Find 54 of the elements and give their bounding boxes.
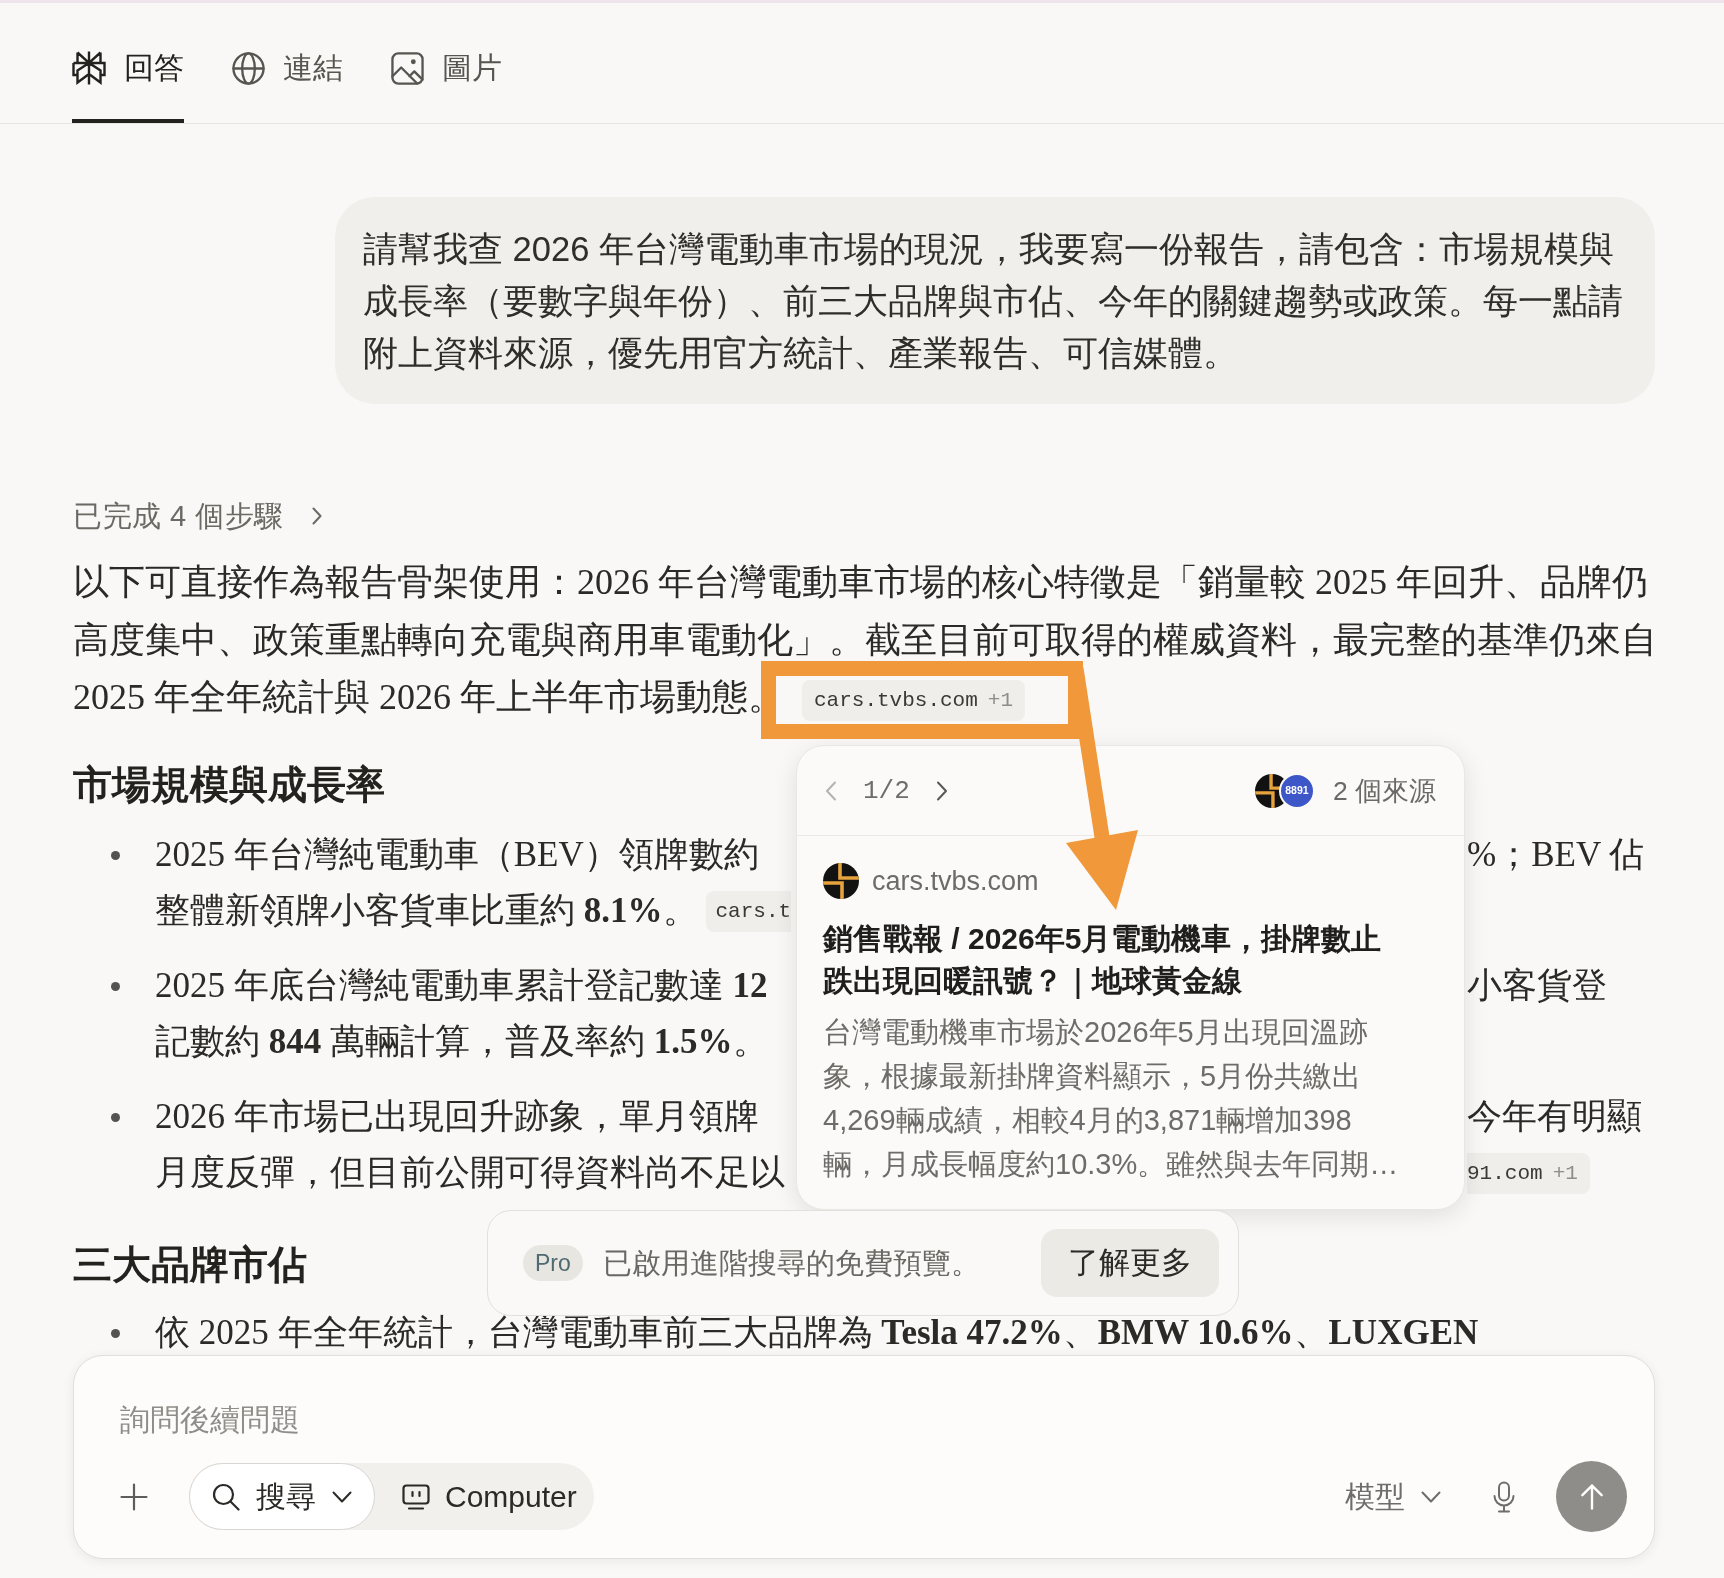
site-logo-icon — [823, 863, 859, 899]
source-count: 2 個來源 — [1332, 774, 1436, 808]
chevron-right-icon — [311, 507, 322, 525]
chevron-left-icon — [825, 780, 837, 801]
promo-message: 已啟用進階搜尋的免費預覽。 — [602, 1246, 980, 1281]
tab[interactable]: 回答 — [72, 48, 184, 123]
site-logo: 8891 — [1278, 772, 1315, 809]
tab[interactable]: 圖片 — [391, 48, 502, 123]
chevron-down-icon — [332, 1490, 352, 1503]
answer-text: 小客貨登 — [1467, 965, 1607, 1008]
logo-icon — [72, 50, 106, 86]
monitor-icon — [402, 1483, 430, 1510]
image-icon — [391, 51, 424, 85]
bullet-icon — [111, 1113, 120, 1122]
answer-text: 依 2025 年全年統計，台灣電動車前三大品牌為 Tesla 47.2%、BMW 10.6%、LUXGEN — [155, 1312, 1479, 1355]
chevron-right-icon — [935, 780, 948, 801]
answer-text: 以下可直接作為報告骨架使用：2026 年台灣電動車市場的核心特徵是「銷量較 2025 年回升、品牌仍高度集中、政策重點轉向充電與商用車電動化」。截至目前可取得的權威資料，最完整的基準仍來自 2025 年全年統計與 2026 年上半年市場動態。 cars.tvbs.com +1 — [73, 554, 1658, 727]
page-indicator: 1/2 — [863, 774, 910, 807]
plus-icon — [120, 1482, 148, 1511]
microphone-icon — [1493, 1480, 1515, 1513]
answer-text: %；BEV 佔 — [1467, 834, 1645, 877]
search-icon — [212, 1482, 240, 1511]
tab[interactable]: 連結 — [232, 48, 343, 123]
globe-icon — [232, 51, 265, 85]
learn-more-button[interactable]: 了解更多 — [1041, 1229, 1219, 1297]
chevron-down-icon — [1421, 1490, 1441, 1503]
bullet-icon — [111, 982, 120, 991]
answer-text: 2026 年市場已出現回升跡象，單月領牌 — [155, 1096, 759, 1139]
section-heading: 三大品牌市佔 — [73, 1241, 307, 1288]
user-message-bubble: 請幫我查 2026 年台灣電動車市場的現況，我要寫一份報告，請包含：市場規模與成長率（要數字與年份）、前三大品牌與市佔、今年的關鍵趨勢或政策。每一點請附上資料來源，優先用官方統計、產業報告、可信媒體。 — [335, 197, 1655, 404]
source-snippet: 台灣電動機車市場於2026年5月出現回溫跡象，根據最新掛牌資料顯示，5月份共繳出4,269輛成績，相較4月的3,871輛增加398輛，月成長幅度約10.3%。雖然與去年同期… — [823, 1015, 1400, 1182]
bullet-icon — [111, 1329, 120, 1338]
answer-text: 今年有明顯 — [1467, 1096, 1642, 1139]
citation-chip[interactable]: cars.tvbs.com +1 — [802, 680, 1026, 722]
section-heading: 市場規模與成長率 — [73, 761, 385, 808]
mode-button[interactable]: 搜尋 — [189, 1463, 375, 1530]
source-title-link[interactable]: 銷售戰報 / 2026年5月電動機車，掛牌數止跌出現回暖訊號？｜地球黃金線 — [823, 918, 1403, 1002]
steps-toggle[interactable]: 已完成 4 個步驟 — [73, 496, 322, 536]
mode-button[interactable]: Computer — [375, 1463, 594, 1530]
answer-text: 2025 年底台灣純電動車累計登記數達 12 — [155, 965, 768, 1008]
bullet-icon — [111, 851, 120, 860]
answer-text: 記數約 844 萬輛計算，普及率約 1.5%。 — [155, 1021, 768, 1064]
arrow-up-icon — [1580, 1483, 1603, 1510]
microphone-button[interactable] — [1493, 1480, 1515, 1513]
source-domain: cars.tvbs.com — [872, 865, 1039, 898]
model-dropdown[interactable]: 模型 — [1345, 1474, 1441, 1519]
add-button[interactable] — [120, 1482, 148, 1511]
citation-chip[interactable]: cars.t — [705, 891, 792, 932]
answer-text: 2025 年台灣純電動車（BEV）領牌數約 — [155, 834, 759, 877]
answer-text: 整體新領牌小客貨車比重約 8.1%。 — [155, 890, 698, 933]
follow-up-input[interactable]: 詢問後續問題 — [120, 1397, 1520, 1441]
pro-badge: Pro — [523, 1245, 583, 1281]
answer-text: 月度反彈，但目前公開可得資料尚不足以 — [155, 1152, 785, 1195]
citation-chip[interactable]: 91.com +1 — [1467, 1153, 1590, 1194]
